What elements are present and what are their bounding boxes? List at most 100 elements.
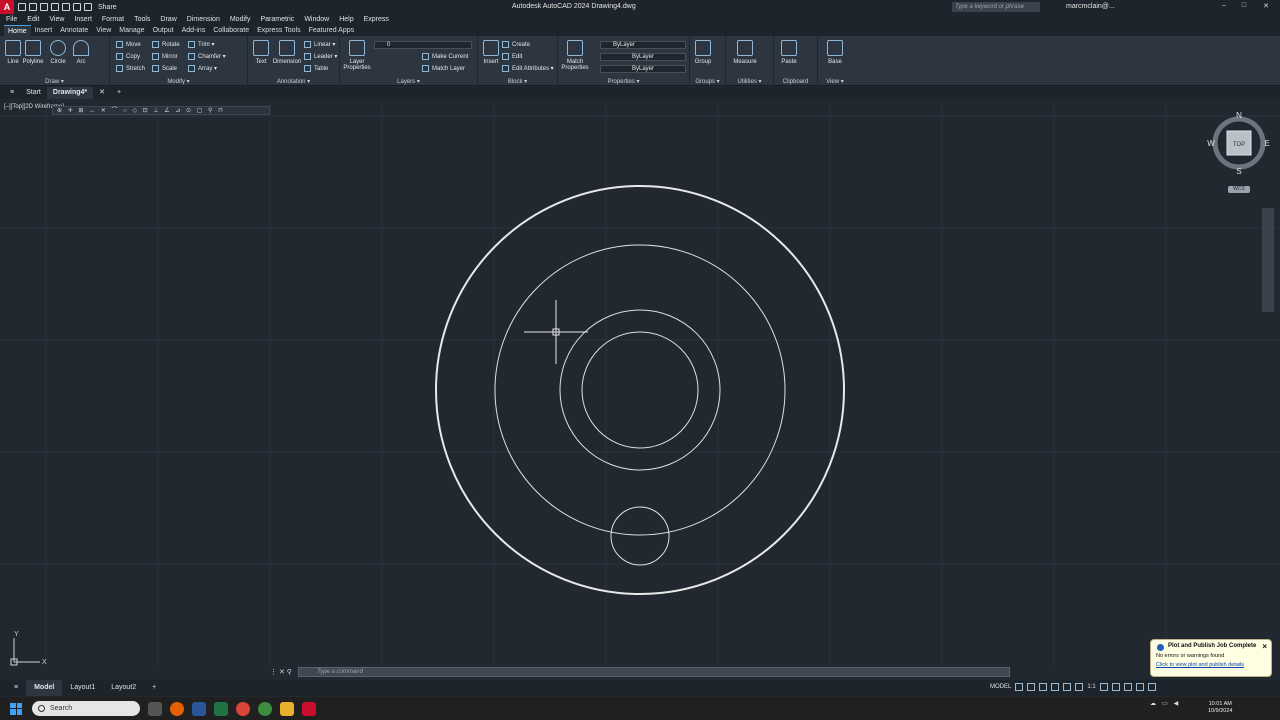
menu-edit[interactable]: Edit — [27, 16, 39, 23]
table-tool[interactable]: Table — [304, 65, 328, 72]
layout-menu-icon[interactable]: ≡ — [6, 680, 26, 696]
view-panel-title[interactable]: View ▾ — [818, 78, 852, 85]
outer-circle[interactable] — [435, 185, 845, 595]
clock[interactable]: 10:01 AM 10/9/2024 — [1208, 701, 1232, 715]
tab-view[interactable]: View — [92, 25, 115, 36]
menu-tools[interactable]: Tools — [134, 16, 150, 23]
array-tool[interactable]: Array ▾ — [188, 65, 217, 72]
paste-tool[interactable]: Paste — [776, 40, 802, 65]
notification-close-icon[interactable]: × — [1262, 642, 1267, 651]
copy-tool[interactable]: Copy — [116, 53, 140, 60]
start-tab[interactable]: Start — [20, 87, 47, 99]
third-circle[interactable] — [559, 309, 721, 471]
cloud-icon[interactable]: ☁ — [1150, 700, 1156, 707]
command-line-controls[interactable]: ⋮ ✕ ⚲ — [270, 668, 292, 676]
drawing-toolbar[interactable]: ⊕ ✛ ⊞ ↔ ✕ ⌒ ○ ◇ ⊡ ⊥ ∠ ⊿ ⊙ ▢ ⚲ ⊓ — [52, 106, 270, 115]
polyline-tool[interactable]: Polyline — [20, 40, 46, 65]
second-circle[interactable] — [494, 244, 786, 536]
notification-link[interactable]: Click to view plot and publish details — [1156, 662, 1266, 668]
model-space-toggle[interactable]: MODEL — [990, 684, 1011, 690]
menu-parametric[interactable]: Parametric — [260, 16, 294, 23]
minimize-button[interactable]: – — [1218, 2, 1230, 9]
tab-collaborate[interactable]: Collaborate — [209, 25, 253, 36]
dimension-tool[interactable]: Dimension — [272, 40, 302, 65]
inner-circle[interactable] — [581, 331, 699, 449]
block-panel-title[interactable]: Block ▾ — [478, 78, 557, 85]
trim-tool[interactable]: Trim ▾ — [188, 41, 214, 48]
layout2-tab[interactable]: Layout2 — [103, 680, 144, 696]
compass-east[interactable]: E — [1264, 139, 1269, 148]
annotation-scale[interactable]: 1:1 — [1087, 684, 1095, 690]
undo-icon[interactable] — [73, 3, 81, 11]
layer-properties-tool[interactable]: Layer Properties — [342, 40, 372, 71]
arc-tool[interactable]: Arc — [68, 40, 94, 65]
linetype-dropdown[interactable]: ByLayer — [600, 53, 686, 61]
menu-file[interactable]: File — [6, 16, 17, 23]
layers-panel-title[interactable]: Layers ▾ — [340, 78, 477, 85]
tab-express-tools[interactable]: Express Tools — [253, 25, 304, 36]
make-current-tool[interactable]: Make Current — [422, 53, 468, 60]
small-circle[interactable] — [610, 506, 670, 566]
lineweight-dropdown[interactable]: ByLayer — [600, 65, 686, 73]
otrack-icon[interactable] — [1075, 683, 1084, 691]
create-block-tool[interactable]: Create — [502, 41, 530, 48]
menu-help[interactable]: Help — [339, 16, 353, 23]
mirror-tool[interactable]: Mirror — [152, 53, 178, 60]
ortho-icon[interactable] — [1039, 683, 1048, 691]
tab-featured-apps[interactable]: Featured Apps — [305, 25, 359, 36]
tab-annotate[interactable]: Annotate — [56, 25, 92, 36]
excel-icon[interactable] — [214, 701, 228, 716]
snap-icon[interactable] — [1027, 683, 1036, 691]
match-layer-tool[interactable]: Match Layer — [422, 65, 465, 72]
edit-attributes-tool[interactable]: Edit Attributes ▾ — [502, 65, 554, 72]
osnap-icon[interactable] — [1063, 683, 1072, 691]
draw-panel-title[interactable]: Draw ▾ — [0, 78, 109, 85]
modify-panel-title[interactable]: Modify ▾ — [110, 78, 247, 85]
fullscreen-icon[interactable] — [1135, 683, 1144, 691]
annotation-panel-title[interactable]: Annotation ▾ — [248, 78, 339, 85]
maximize-button[interactable]: □ — [1238, 2, 1250, 9]
compass-north[interactable]: N — [1236, 111, 1242, 120]
hamburger-menu-icon[interactable]: ≡ — [4, 87, 20, 99]
move-tool[interactable]: Move — [116, 41, 141, 48]
command-input[interactable]: Type a command — [298, 667, 1010, 677]
match-properties-tool[interactable]: Match Properties — [560, 40, 590, 71]
viewcube-top-label[interactable]: TOP — [1233, 142, 1245, 148]
redo-icon[interactable] — [84, 3, 92, 11]
save-as-icon[interactable] — [51, 3, 59, 11]
base-view-tool[interactable]: Base — [822, 40, 848, 65]
isolate-icon[interactable] — [1123, 683, 1132, 691]
grid-icon[interactable] — [1015, 683, 1024, 691]
navigation-bar[interactable] — [1262, 208, 1274, 312]
chamfer-tool[interactable]: Chamfer ▾ — [188, 53, 226, 60]
menu-view[interactable]: View — [49, 16, 64, 23]
layout1-tab[interactable]: Layout1 — [62, 680, 103, 696]
stretch-tool[interactable]: Stretch — [116, 65, 145, 72]
menu-window[interactable]: Window — [304, 16, 329, 23]
menu-draw[interactable]: Draw — [160, 16, 176, 23]
linear-tool[interactable]: Linear ▾ — [304, 41, 335, 48]
add-layout-button[interactable]: + — [144, 680, 164, 696]
network-icon[interactable]: ▭ — [1162, 700, 1168, 707]
viewcube[interactable]: TOP N S E W — [1206, 110, 1272, 176]
compass-south[interactable]: S — [1236, 167, 1241, 176]
plot-icon[interactable] — [62, 3, 70, 11]
file-explorer-icon[interactable] — [280, 701, 294, 716]
tab-home[interactable]: Home — [4, 25, 31, 36]
firefox-icon[interactable] — [170, 701, 184, 716]
task-view-icon[interactable] — [148, 701, 162, 716]
menu-insert[interactable]: Insert — [74, 16, 92, 23]
color-dropdown[interactable]: ByLayer — [600, 41, 686, 49]
menu-format[interactable]: Format — [102, 16, 124, 23]
compass-west[interactable]: W — [1207, 139, 1215, 148]
drawing-canvas[interactable] — [0, 100, 1280, 666]
tab-output[interactable]: Output — [149, 25, 178, 36]
word-icon[interactable] — [192, 701, 206, 716]
polar-icon[interactable] — [1051, 683, 1060, 691]
volume-icon[interactable]: ◀ — [1174, 700, 1179, 707]
rotate-tool[interactable]: Rotate — [152, 41, 180, 48]
tab-manage[interactable]: Manage — [115, 25, 148, 36]
user-account[interactable]: marcmclain@... — [1066, 3, 1115, 10]
tab-add-ins[interactable]: Add-ins — [178, 25, 210, 36]
menu-express[interactable]: Express — [364, 16, 389, 23]
